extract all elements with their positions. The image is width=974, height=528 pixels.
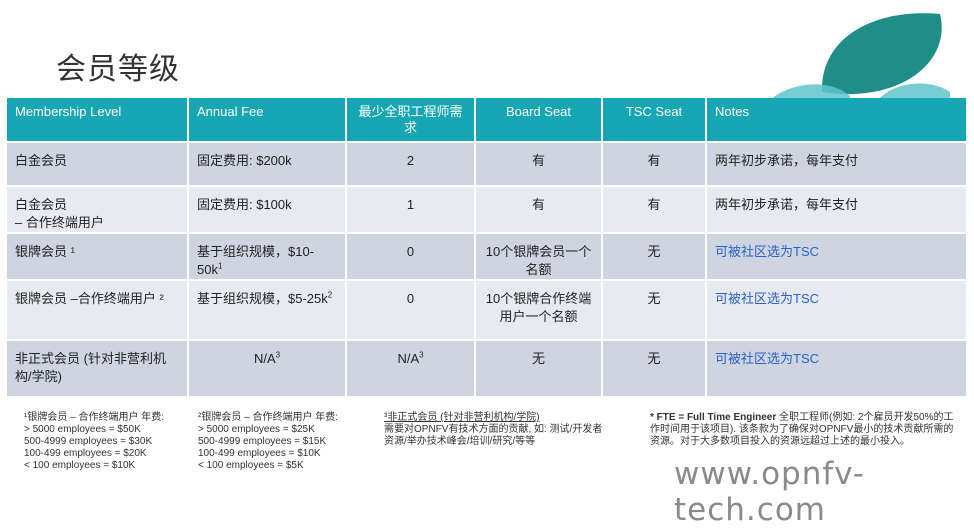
membership-table: Membership Level Annual Fee 最少全职工程师需求 Bo… bbox=[7, 98, 968, 396]
cell-level: 白金会员 bbox=[7, 141, 189, 186]
footnote-line: 500-4999 employees = $30K bbox=[24, 436, 153, 447]
footnote-2: ²银牌会员 – 合作终端用户 年费: > 5000 employees = $2… bbox=[198, 412, 373, 472]
cell-fte: 0 bbox=[346, 279, 476, 340]
fte-definition: * FTE = Full Time Engineer bbox=[650, 412, 777, 423]
table-row: 银牌会员 ¹ 基于组织规模，$10-50k1 0 10个银牌会员一个名额 无 可… bbox=[7, 232, 968, 280]
cell-fte: N/A3 bbox=[346, 339, 476, 396]
dark-teal-leaf bbox=[821, 13, 942, 95]
cell-fee-text: 基于组织规模，$5-25k bbox=[197, 291, 328, 306]
col-header-board: Board Seat bbox=[475, 98, 603, 142]
cell-tsc: 有 bbox=[602, 141, 707, 186]
cell-fte: 0 bbox=[346, 232, 476, 280]
cell-fte-text: N/A bbox=[397, 351, 420, 366]
cell-fee: 基于组织规模，$10-50k1 bbox=[188, 232, 347, 280]
footnote-marker: 2 bbox=[327, 290, 333, 300]
cell-notes-link[interactable]: 可被社区选为TSC bbox=[706, 232, 968, 280]
cell-board: 10个银牌会员一个名额 bbox=[475, 232, 603, 280]
cell-fee: N/A3 bbox=[188, 339, 347, 396]
footnote-line: < 100 employees = $5K bbox=[198, 460, 304, 471]
cell-level: 非正式会员 (针对非营利机构/学院) bbox=[7, 339, 189, 396]
col-header-notes: Notes bbox=[706, 98, 968, 142]
footnote-1: ¹银牌会员 – 合作终端用户 年费: > 5000 employees = $5… bbox=[24, 412, 194, 472]
footnote-line: > 5000 employees = $50K bbox=[24, 424, 141, 435]
col-header-fte: 最少全职工程师需求 bbox=[346, 98, 476, 142]
footnote-heading: ¹银牌会员 – 合作终端用户 年费: bbox=[24, 412, 165, 423]
cell-level: 银牌会员 –合作终端用户 ² bbox=[7, 279, 189, 340]
cell-board: 有 bbox=[475, 141, 603, 186]
cell-board: 10个银牌合作终端用户一个名额 bbox=[475, 279, 603, 340]
footnote-line: 资源/举办技术峰会/培训/研究/等等 bbox=[384, 436, 536, 447]
col-header-tsc: TSC Seat bbox=[602, 98, 707, 142]
cell-notes: 两年初步承诺，每年支付 bbox=[706, 141, 968, 186]
footnote-line: < 100 employees = $10K bbox=[24, 460, 136, 471]
watermark: www.opnfv-tech.com bbox=[674, 456, 865, 528]
cell-fee-text: 基于组织规模，$10-50k bbox=[197, 244, 315, 277]
footnote-heading: ³非正式会员 (针对非营利机构/学院) bbox=[384, 412, 540, 423]
footnote-marker: 3 bbox=[419, 350, 424, 360]
footnote-heading: ²银牌会员 – 合作终端用户 年费: bbox=[198, 412, 339, 423]
cell-fte: 1 bbox=[346, 185, 476, 233]
table-row: 银牌会员 –合作终端用户 ² 基于组织规模，$5-25k2 0 10个银牌合作终… bbox=[7, 279, 968, 340]
cell-fee-text: N/A bbox=[253, 351, 276, 366]
cell-board: 有 bbox=[475, 185, 603, 233]
footnote-line: 需要对OPNFV有技术方面的贡献, 如: 测试/开发者 bbox=[384, 424, 603, 435]
col-header-fee: Annual Fee bbox=[188, 98, 347, 142]
footnote-line: 100-499 employees = $20K bbox=[24, 448, 147, 459]
table-row: 白金会员 固定费用: $200k 2 有 有 两年初步承诺，每年支付 bbox=[7, 141, 968, 186]
cell-level-line1: 白金会员 bbox=[15, 197, 68, 212]
footnote-marker: 3 bbox=[275, 350, 281, 360]
table-header-row: Membership Level Annual Fee 最少全职工程师需求 Bo… bbox=[7, 98, 968, 142]
table-row: 非正式会员 (针对非营利机构/学院) N/A3 N/A3 无 无 可被社区选为T… bbox=[7, 339, 968, 396]
footnote-line: 500-4999 employees = $15K bbox=[198, 436, 327, 447]
cell-level: 白金会员 – 合作终端用户 bbox=[7, 185, 189, 233]
cell-fee: 基于组织规模，$5-25k2 bbox=[188, 279, 347, 340]
footnote-fte: * FTE = Full Time Engineer 全职工程师(例如: 2个雇… bbox=[650, 412, 955, 448]
cell-fee: 固定费用: $100k bbox=[188, 185, 347, 233]
cell-tsc: 无 bbox=[602, 339, 707, 396]
cell-board: 无 bbox=[475, 339, 603, 396]
footnote-line: 100-499 employees = $10K bbox=[198, 448, 321, 459]
table-row: 白金会员 – 合作终端用户 固定费用: $100k 1 有 有 两年初步承诺，每… bbox=[7, 185, 968, 233]
cell-tsc: 无 bbox=[602, 279, 707, 340]
cell-notes-link[interactable]: 可被社区选为TSC bbox=[706, 339, 968, 396]
cell-tsc: 有 bbox=[602, 185, 707, 233]
footnote-3: ³非正式会员 (针对非营利机构/学院) 需要对OPNFV有技术方面的贡献, 如:… bbox=[384, 412, 639, 448]
cell-level: 银牌会员 ¹ bbox=[7, 232, 189, 280]
cell-notes: 两年初步承诺，每年支付 bbox=[706, 185, 968, 233]
footnote-marker: 1 bbox=[217, 261, 223, 271]
col-header-level: Membership Level bbox=[7, 98, 189, 142]
cell-notes-link[interactable]: 可被社区选为TSC bbox=[706, 279, 968, 340]
footnote-line: > 5000 employees = $25K bbox=[198, 424, 315, 435]
page-title: 会员等级 bbox=[56, 53, 180, 86]
cell-level-line2: – 合作终端用户 bbox=[15, 215, 104, 230]
cell-tsc: 无 bbox=[602, 232, 707, 280]
cell-fee: 固定费用: $200k bbox=[188, 141, 347, 186]
cell-fte: 2 bbox=[346, 141, 476, 186]
